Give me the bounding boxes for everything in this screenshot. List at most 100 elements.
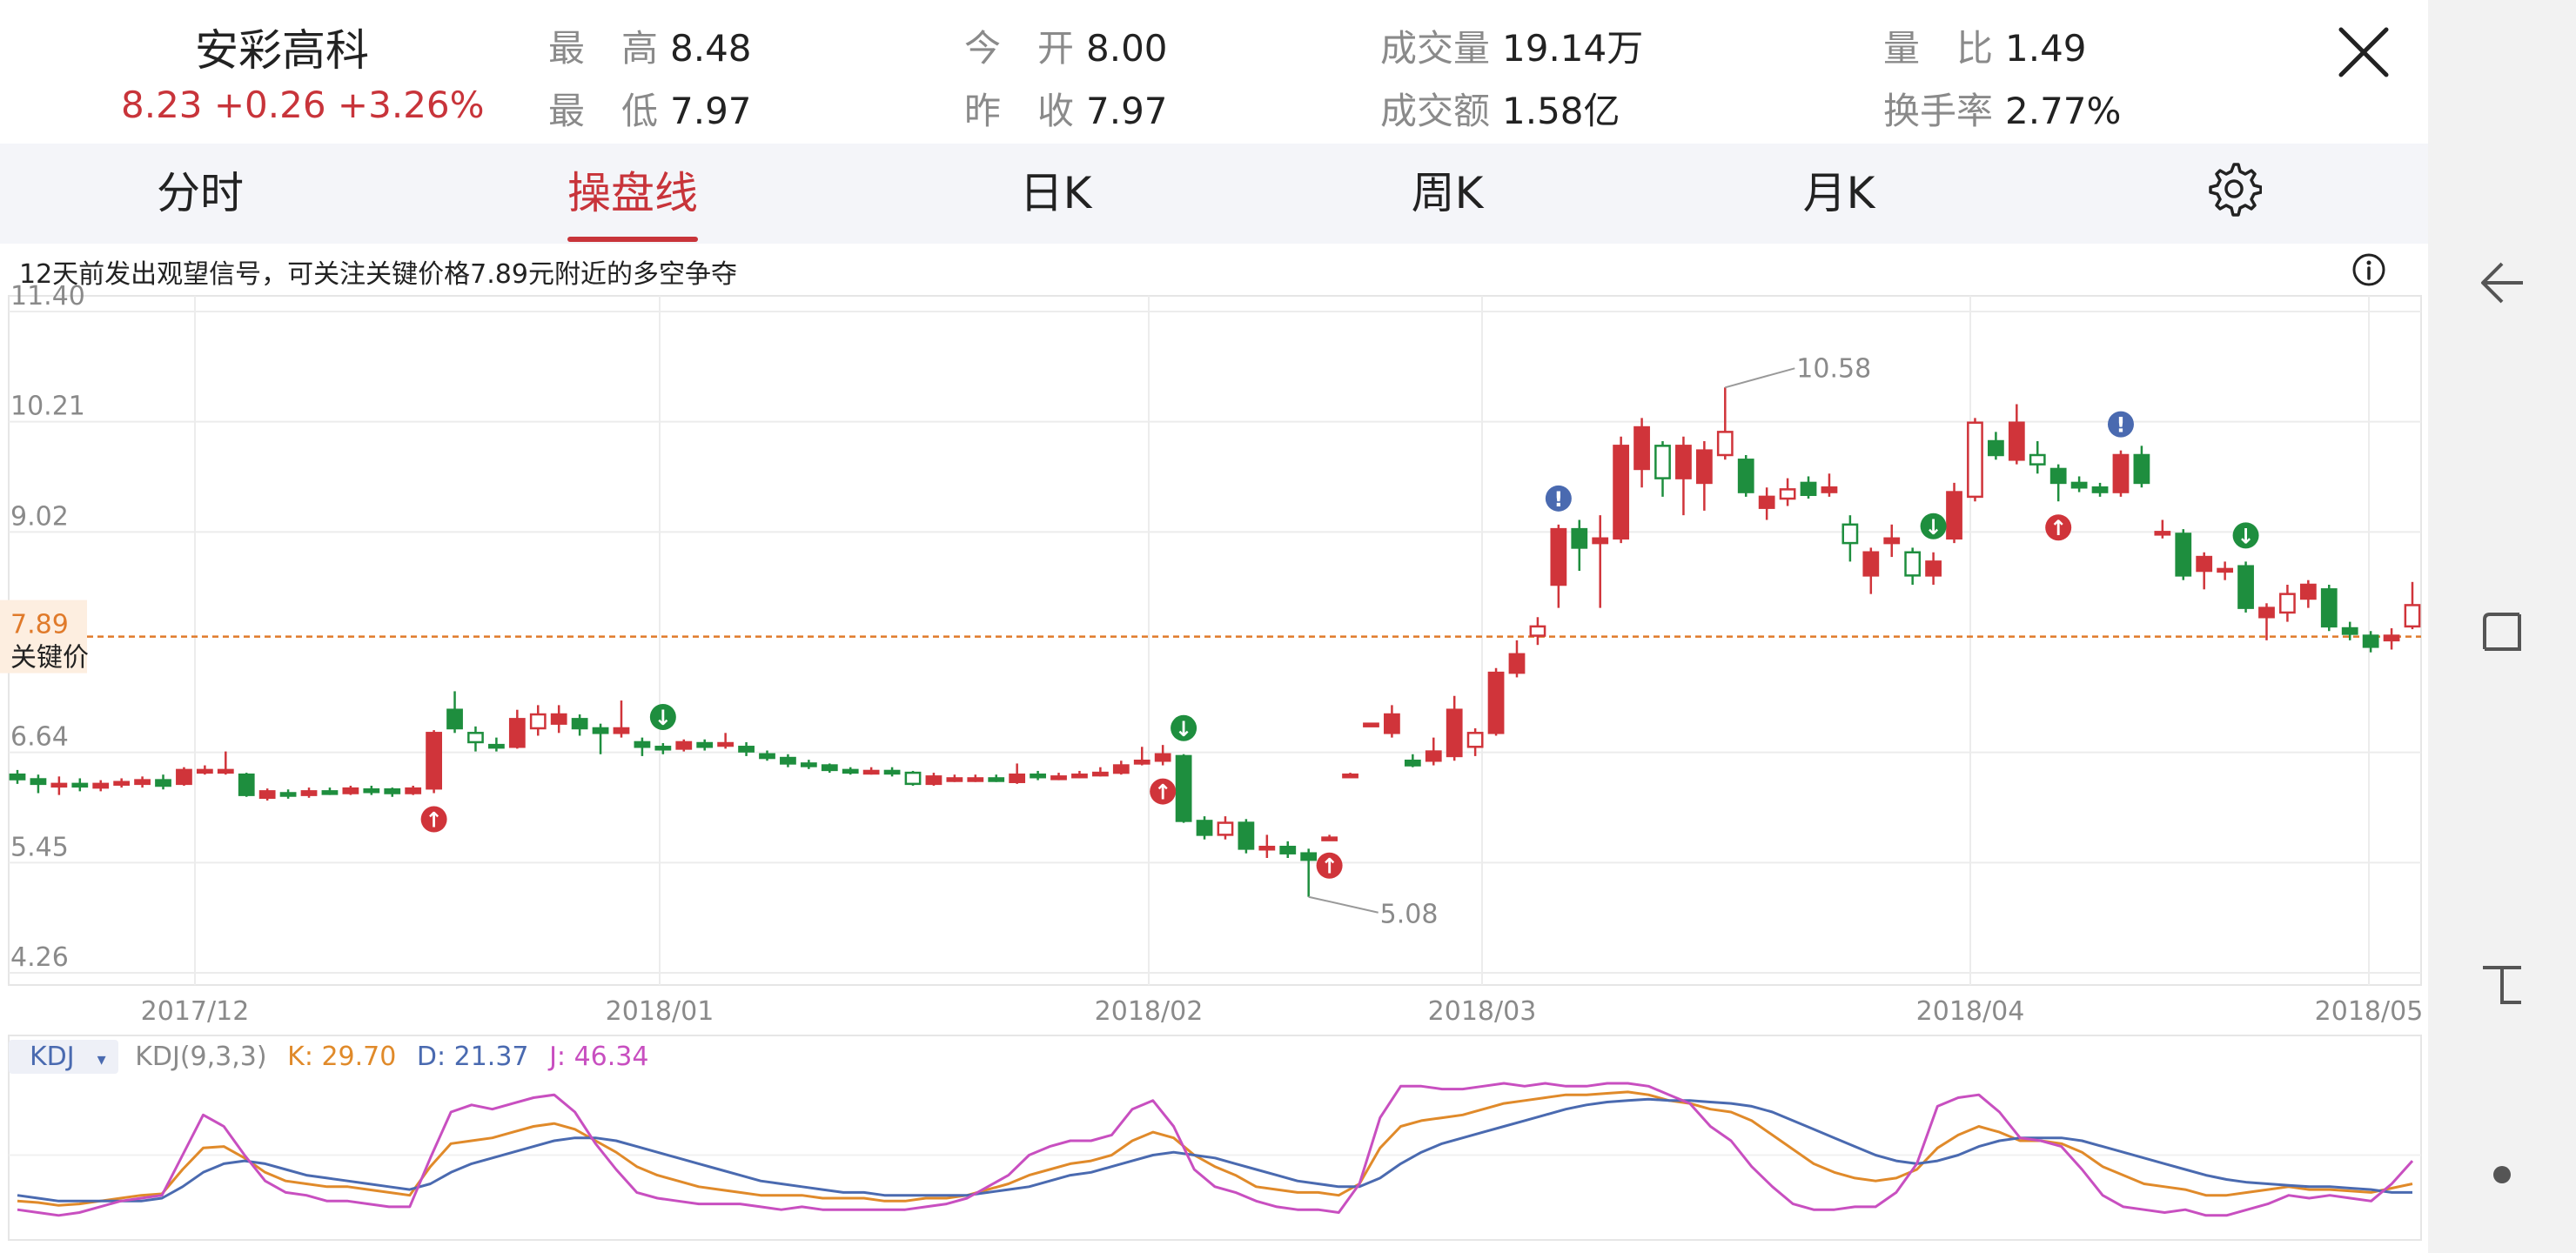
x-tick-label: 2017/12 [141,996,250,1027]
kdj-params: KDJ(9,3,3) [135,1042,267,1072]
candle-body [1592,537,1609,545]
candle-body [1508,653,1526,674]
candle-body [738,746,755,753]
candle-body [862,769,880,775]
candle-body [1133,759,1150,765]
sell-signal-glyph: ↓ [654,706,672,730]
candle-body [1716,431,1734,457]
candle-body [1633,425,1650,471]
home-icon [2483,966,2521,1004]
assist-dot[interactable] [2428,1122,2576,1227]
candle-body [675,740,693,750]
candle-body [113,781,131,786]
candle-body [467,732,484,744]
candle-body [1446,708,1463,758]
candle-body [904,771,922,786]
candle-body [925,775,943,786]
candle-body [1300,852,1318,861]
candle-body [1112,764,1130,774]
candle-body [1404,759,1421,767]
candle-body [2299,583,2317,600]
candle-body [2091,486,2109,493]
candle-body [1279,845,1297,854]
candle-body [717,741,735,747]
sell-signal-glyph: ↓ [1925,515,1942,539]
candle-body [300,790,318,796]
candle-body [1154,753,1171,762]
candle-body [1363,722,1379,727]
candle-body [196,768,213,774]
candle-body [1967,421,1983,499]
y-tick-label: 5.45 [10,832,69,862]
recent-apps-button[interactable] [2428,580,2576,684]
candle-body [550,713,567,725]
candle-body [821,764,838,772]
home-button[interactable] [2428,933,2576,1037]
low-annotation: 5.08 [1380,900,1439,930]
candle-body [1175,754,1192,822]
candle-body [1571,527,1588,549]
candle-body [446,708,463,730]
candle-body [1091,771,1109,777]
key-price-tag: 关键价 [10,643,89,673]
candle-body [1988,439,2004,457]
y-tick-label: 11.40 [10,281,85,312]
candle-body [2383,634,2400,642]
system-navigation-bar [2428,0,2576,1253]
candle-body [155,779,171,787]
candle-body [1425,750,1442,762]
candle-body [1384,713,1400,734]
candle-body [1217,821,1234,836]
candle-body [842,768,859,774]
candle-body [1321,836,1338,841]
back-button[interactable] [2428,231,2576,335]
candle-body [613,727,630,734]
buy-signal-glyph: ↑ [1321,854,1338,879]
candle-body [2029,453,2046,466]
candle-body [1613,445,1630,540]
x-tick-label: 2018/02 [1095,996,1204,1027]
kdj-j-value: J: 46.34 [549,1042,649,1072]
candle-body [2133,453,2150,485]
high-annotation: 10.58 [1796,353,1871,384]
kdj-k-line [17,1090,2413,1207]
candle-body [384,787,401,794]
candle-body [2362,634,2379,648]
chevron-down-icon: ▾ [97,1049,106,1069]
x-tick-label: 2018/05 [2315,996,2424,1027]
candle-body [508,718,526,748]
candle-body [2008,421,2025,461]
candle-body [71,782,89,788]
low-annotation-leader [1308,895,1379,914]
y-tick-label: 4.26 [10,942,69,973]
candle-body [2112,453,2130,493]
candle-body [238,773,255,796]
kdj-j-line [17,1082,2414,1217]
candle-body [1695,449,1713,485]
candle-body [363,787,380,794]
y-tick-label: 6.64 [10,722,69,753]
candle-body [2279,593,2296,614]
kdj-k-value: K: 29.70 [287,1042,397,1072]
candle-body [2217,567,2234,573]
stock-detail-screen: 安彩高科 8.23 +0.26 +3.26% 最 高 8.48 最 低 7.97 今… [0,0,2428,1253]
candle-body [2049,467,2067,485]
candle-body [1258,845,1276,851]
buy-signal-glyph: ↑ [1154,781,1171,805]
candle-body [2341,626,2358,635]
x-tick-label: 2018/01 [606,996,714,1027]
candle-body [30,778,47,786]
y-tick-label: 9.02 [10,501,69,532]
plot-frame [8,295,2422,986]
candle-body [780,756,796,765]
candle-body [1238,821,1255,850]
candle-body [1800,481,1817,497]
indicator-selector[interactable]: KDJ ▾ [9,1040,118,1074]
candle-body [946,777,963,782]
x-tick-label: 2018/03 [1428,996,1537,1027]
candle-body [1196,820,1213,836]
candle-body [759,753,775,760]
candle-body [1050,775,1067,781]
candle-body [2196,555,2213,573]
candle-body [1466,732,1484,748]
